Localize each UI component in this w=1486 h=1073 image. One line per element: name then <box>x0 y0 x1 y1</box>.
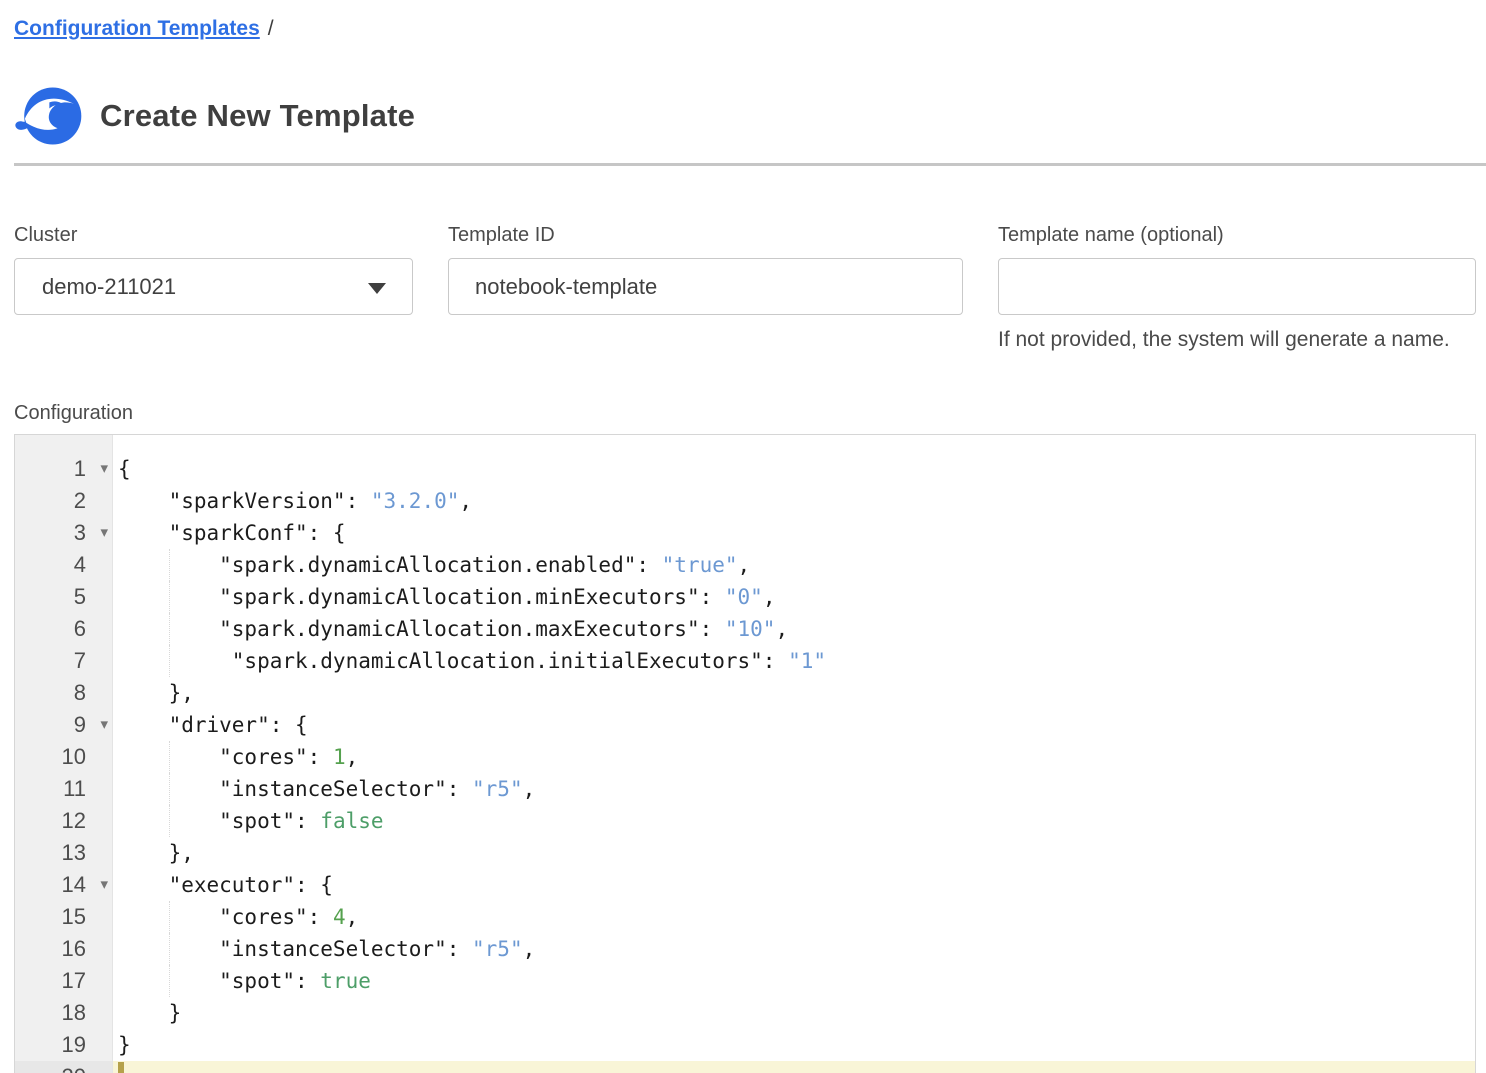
code-line[interactable]: "spark.dynamicAllocation.minExecutors": … <box>113 581 1475 613</box>
indent-guide <box>169 805 170 837</box>
template-name-helper-text: If not provided, the system will generat… <box>998 328 1476 352</box>
code-line[interactable]: }, <box>113 677 1475 709</box>
chevron-down-icon <box>368 283 386 294</box>
indent-guide <box>169 965 170 997</box>
code-line[interactable]: "sparkConf": { <box>113 517 1475 549</box>
gutter-line-number: 9▾ <box>15 709 112 741</box>
breadcrumb-link-configuration-templates[interactable]: Configuration Templates <box>14 17 260 40</box>
gutter-line-number: 8 <box>15 677 112 709</box>
indent-guide <box>169 613 170 645</box>
code-line[interactable]: "executor": { <box>113 869 1475 901</box>
gutter-line-number: 19 <box>15 1029 112 1061</box>
gutter-line-number: 11 <box>15 773 112 805</box>
gutter-line-number: 13 <box>15 837 112 869</box>
indent-guide <box>169 645 170 677</box>
template-id-input[interactable] <box>448 258 963 315</box>
ocean-wave-logo-icon <box>14 86 82 146</box>
code-line[interactable]: "instanceSelector": "r5", <box>113 773 1475 805</box>
code-line[interactable] <box>113 1061 1475 1073</box>
gutter-line-number: 14▾ <box>15 869 112 901</box>
gutter-line-number: 5 <box>15 581 112 613</box>
template-form: Cluster demo-211021 Template ID Template… <box>14 224 1476 352</box>
gutter-line-number: 10 <box>15 741 112 773</box>
code-line[interactable]: "spark.dynamicAllocation.initialExecutor… <box>113 645 1475 677</box>
breadcrumb-separator: / <box>268 17 274 40</box>
editor-gutter: 1▾23▾456789▾1011121314▾151617181920 <box>15 435 113 1073</box>
indent-guide <box>169 549 170 581</box>
gutter-line-number: 3▾ <box>15 517 112 549</box>
gutter-line-number: 16 <box>15 933 112 965</box>
gutter-line-number: 17 <box>15 965 112 997</box>
code-line[interactable]: "sparkVersion": "3.2.0", <box>113 485 1475 517</box>
template-name-label: Template name (optional) <box>998 224 1476 247</box>
gutter-line-number: 15 <box>15 901 112 933</box>
code-line[interactable]: "spark.dynamicAllocation.maxExecutors": … <box>113 613 1475 645</box>
gutter-line-number: 2 <box>15 485 112 517</box>
cluster-select-value: demo-211021 <box>42 274 176 300</box>
template-id-label: Template ID <box>448 224 963 247</box>
fold-arrow-icon[interactable]: ▾ <box>100 517 108 549</box>
code-line[interactable]: "cores": 1, <box>113 741 1475 773</box>
gutter-line-number: 7 <box>15 645 112 677</box>
code-line[interactable]: "spot": true <box>113 965 1475 997</box>
fold-arrow-icon[interactable]: ▾ <box>100 453 108 485</box>
indent-guide <box>169 933 170 965</box>
gutter-line-number: 20 <box>15 1061 112 1073</box>
create-template-page: Configuration Templates / Create New Temp… <box>0 0 1486 1073</box>
code-line[interactable]: "spot": false <box>113 805 1475 837</box>
code-line[interactable]: } <box>113 1029 1475 1061</box>
gutter-line-number: 12 <box>15 805 112 837</box>
code-line[interactable]: } <box>113 997 1475 1029</box>
text-cursor <box>118 1062 124 1073</box>
editor-code[interactable]: { "sparkVersion": "3.2.0", "sparkConf": … <box>113 435 1475 1073</box>
template-name-input[interactable] <box>998 258 1476 315</box>
fold-arrow-icon[interactable]: ▾ <box>100 709 108 741</box>
page-title: Create New Template <box>100 98 415 134</box>
gutter-line-number: 1▾ <box>15 453 112 485</box>
cluster-select[interactable]: demo-211021 <box>14 258 413 315</box>
code-line[interactable]: "driver": { <box>113 709 1475 741</box>
gutter-line-number: 18 <box>15 997 112 1029</box>
code-line[interactable]: "instanceSelector": "r5", <box>113 933 1475 965</box>
indent-guide <box>169 581 170 613</box>
cluster-label: Cluster <box>14 224 413 247</box>
gutter-line-number: 4 <box>15 549 112 581</box>
header-divider <box>14 163 1486 166</box>
code-line[interactable]: "spark.dynamicAllocation.enabled": "true… <box>113 549 1475 581</box>
code-line[interactable]: { <box>113 453 1475 485</box>
indent-guide <box>169 773 170 805</box>
code-line[interactable]: "cores": 4, <box>113 901 1475 933</box>
gutter-line-number: 6 <box>15 613 112 645</box>
configuration-label: Configuration <box>14 402 1476 425</box>
configuration-code-editor[interactable]: 1▾23▾456789▾1011121314▾151617181920 { "s… <box>14 434 1476 1073</box>
breadcrumb: Configuration Templates / <box>14 0 1476 42</box>
fold-arrow-icon[interactable]: ▾ <box>100 869 108 901</box>
indent-guide <box>169 901 170 933</box>
page-header: Create New Template <box>14 86 1476 146</box>
indent-guide <box>169 741 170 773</box>
code-line[interactable]: }, <box>113 837 1475 869</box>
